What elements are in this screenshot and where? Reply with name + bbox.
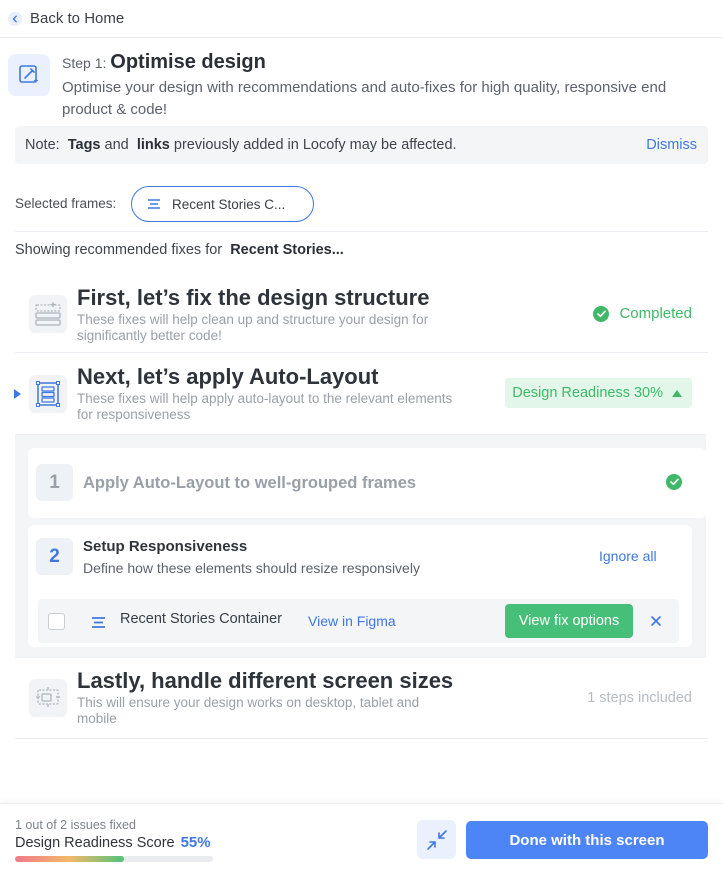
step-number: 2 (36, 538, 73, 575)
selected-frame-pill[interactable]: Recent Stories C... (131, 186, 314, 222)
note-label: Note: (25, 137, 60, 153)
note-banner: Note: Tags and links previously added in… (15, 126, 708, 164)
section-auto-layout[interactable]: Next, let’s apply Auto-Layout These fixe… (14, 358, 708, 434)
issues-fixed-count: 1 out of 2 issues fixed (15, 818, 136, 832)
design-readiness-badge[interactable]: Design Readiness 30% (505, 378, 692, 408)
done-with-screen-button[interactable]: Done with this screen (466, 821, 708, 859)
design-wand-icon (8, 54, 50, 96)
selected-frame-name: Recent Stories C... (172, 196, 286, 212)
score-value: 55% (180, 834, 211, 851)
auto-layout-icon (29, 375, 67, 413)
note-links: links (136, 137, 170, 153)
completed-label: Completed (619, 305, 692, 322)
chevron-left-icon (8, 11, 22, 26)
fix-item-name: Recent Stories Container (120, 611, 282, 627)
section-screen-sizes[interactable]: Lastly, handle different screen sizes Th… (15, 660, 708, 739)
step-subtitle: Define how these elements should resize … (83, 560, 420, 576)
fix-item-row: Recent Stories Container View in Figma V… (38, 599, 679, 643)
frame-lines-icon (148, 197, 160, 212)
fix-step-2: 2 Setup Responsiveness Define how these … (28, 525, 692, 647)
section-title: First, let’s fix the design structure (77, 285, 430, 310)
section-description: This will ensure your design works on de… (77, 695, 420, 726)
score-label: Design Readiness Score (15, 835, 175, 851)
fix-item-checkbox[interactable] (48, 613, 65, 630)
footer-bar: 1 out of 2 issues fixed Design Readiness… (0, 803, 723, 872)
step-description: Optimise your design with recommendation… (62, 79, 667, 118)
showing-prefix: Showing recommended fixes for (15, 242, 223, 258)
section-design-structure[interactable]: First, let’s fix the design structure Th… (15, 279, 708, 353)
frame-lines-icon (92, 615, 105, 633)
completed-status: Completed (593, 305, 692, 322)
expand-caret-icon[interactable] (14, 389, 21, 399)
note-and: and (104, 137, 129, 153)
ignore-all-button[interactable]: Ignore all (599, 548, 657, 564)
auto-layout-steps-panel: 1 Apply Auto-Layout to well-grouped fram… (15, 434, 706, 658)
page-title: Step 1: Optimise design (62, 51, 266, 73)
section-title: Next, let’s apply Auto-Layout (77, 364, 379, 389)
view-in-figma-link[interactable]: View in Figma (308, 613, 396, 629)
collapse-arrows-icon (426, 829, 447, 850)
section-description: These fixes will help clean up and struc… (77, 312, 429, 343)
design-readiness-score: Design Readiness Score 55% (15, 834, 211, 851)
section-description: These fixes will help apply auto-layout … (77, 391, 453, 422)
selected-frames-label: Selected frames: (15, 196, 117, 211)
step-number: 1 (36, 464, 73, 501)
note-tags: Tags (67, 137, 101, 153)
close-icon[interactable] (650, 614, 662, 632)
check-circle-icon (666, 474, 682, 490)
fix-step-1[interactable]: 1 Apply Auto-Layout to well-grouped fram… (28, 448, 706, 518)
check-circle-icon (593, 305, 610, 322)
section-title: Lastly, handle different screen sizes (77, 668, 454, 693)
caret-up-icon (672, 389, 682, 397)
step-title: Setup Responsiveness (83, 538, 248, 555)
showing-target: Recent Stories... (230, 242, 344, 258)
step-title: Apply Auto-Layout to well-grouped frames (83, 474, 417, 492)
steps-included-label: 1 steps included (587, 690, 692, 706)
dismiss-button[interactable]: Dismiss (646, 137, 697, 153)
back-to-home-link[interactable]: Back to Home (0, 0, 723, 38)
step-header: Step 1: Optimise design Optimise your de… (0, 39, 723, 123)
readiness-progress-fill (15, 856, 124, 862)
back-label: Back to Home (30, 10, 125, 27)
readiness-progress-bar (15, 856, 213, 862)
collapse-button[interactable] (417, 820, 456, 859)
structure-icon (29, 295, 67, 333)
view-fix-options-button[interactable]: View fix options (505, 604, 633, 638)
showing-fixes-label: Showing recommended fixes for Recent Sto… (15, 231, 708, 269)
readiness-label: Design Readiness 30% (512, 385, 663, 401)
note-text: previously added in Locofy may be affect… (173, 137, 457, 153)
screen-sizes-icon (29, 679, 67, 717)
